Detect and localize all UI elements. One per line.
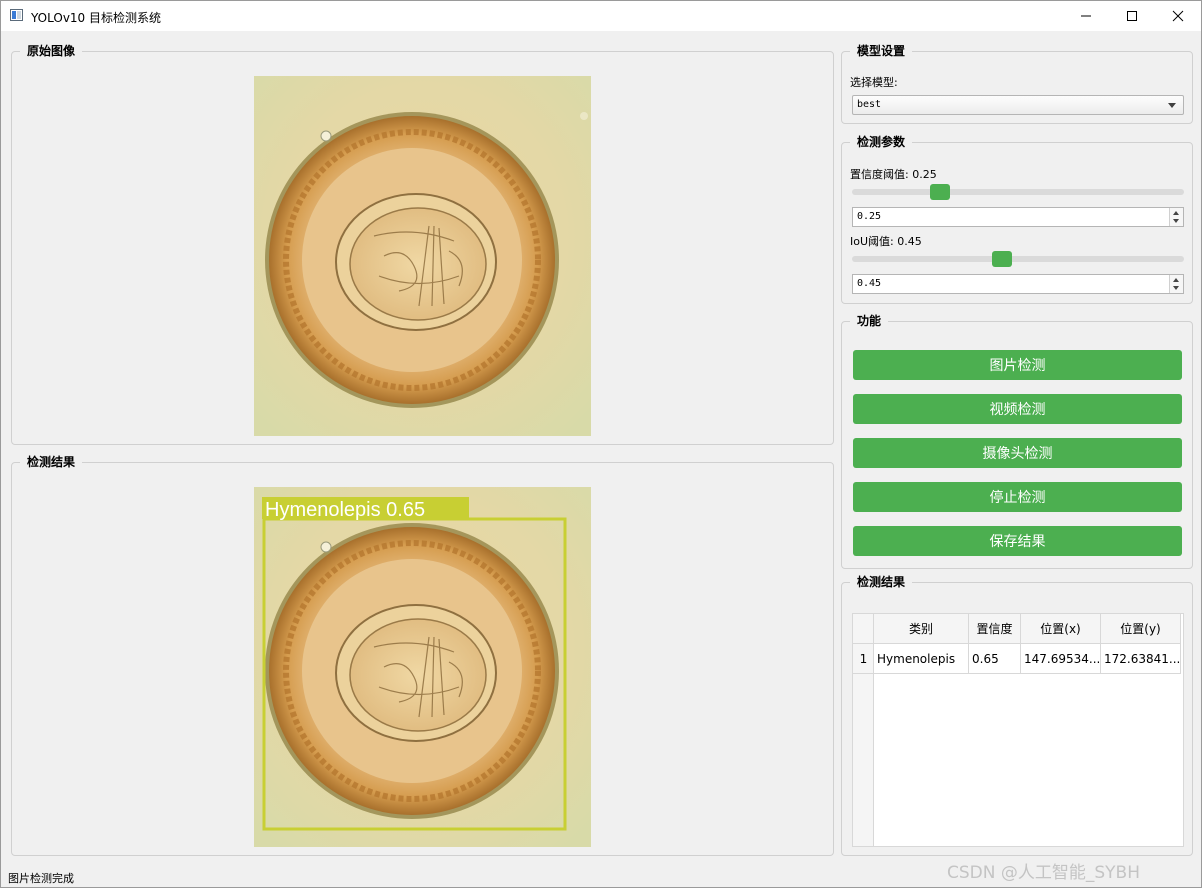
bounding-box-label: Hymenolepis 0.65: [265, 499, 425, 521]
model-select[interactable]: best: [852, 95, 1184, 115]
column-header-x[interactable]: 位置(x): [1021, 614, 1101, 644]
table-cell-confidence[interactable]: 0.65: [969, 644, 1021, 674]
minimize-button[interactable]: [1063, 1, 1109, 31]
conf-spin-arrows[interactable]: [1169, 208, 1183, 226]
maximize-icon: [1127, 11, 1137, 21]
camera-detect-button[interactable]: 摄像头检测: [853, 438, 1182, 468]
result-image-panel: 检测结果 Hymenolepis 0.65: [11, 454, 834, 856]
spin-up-icon[interactable]: [1173, 211, 1179, 215]
iou-slider-track: [852, 256, 1184, 262]
iou-threshold-label: IoU阈值: 0.45: [850, 235, 922, 248]
model-settings-panel: 模型设置 选择模型: best: [841, 43, 1193, 124]
functions-title: 功能: [850, 313, 889, 329]
column-header-confidence[interactable]: 置信度: [969, 614, 1021, 644]
results-table-title: 检测结果: [850, 574, 913, 590]
window-title: YOLOv10 目标检测系统: [31, 11, 162, 25]
column-header-y[interactable]: 位置(y): [1101, 614, 1181, 644]
functions-panel: 功能 图片检测 视频检测 摄像头检测 停止检测 保存结果: [841, 313, 1193, 569]
chevron-down-icon: [1168, 103, 1176, 108]
iou-threshold-slider[interactable]: [852, 251, 1184, 267]
close-button[interactable]: [1155, 1, 1201, 31]
watermark: CSDN @人工智能_SYBH: [947, 863, 1140, 883]
row-header-column: [853, 644, 874, 846]
status-bar-text: 图片检测完成: [8, 872, 74, 885]
table-cell-y[interactable]: 172.63841...: [1101, 644, 1181, 674]
model-select-value: best: [857, 99, 882, 110]
detect-params-panel: 检测参数 置信度阈值: 0.25 0.25 IoU阈值: 0.45 0.45: [841, 134, 1193, 304]
table-cell-class[interactable]: Hymenolepis: [874, 644, 969, 674]
result-image: Hymenolepis 0.65: [254, 487, 591, 847]
app-window: YOLOv10 目标检测系统 原始图像 检测结果 Hymenolepis 0.6…: [0, 0, 1202, 888]
spin-up-icon[interactable]: [1173, 278, 1179, 282]
model-settings-title: 模型设置: [850, 43, 913, 59]
row-number[interactable]: 1: [853, 644, 874, 674]
conf-slider-track: [852, 189, 1184, 195]
minimize-icon: [1081, 15, 1091, 17]
spin-down-icon[interactable]: [1173, 219, 1179, 223]
column-header-class[interactable]: 类别: [874, 614, 969, 644]
detect-params-title: 检测参数: [850, 134, 913, 150]
maximize-button[interactable]: [1109, 1, 1155, 31]
conf-threshold-label: 置信度阈值: 0.25: [850, 168, 937, 181]
title-bar[interactable]: YOLOv10 目标检测系统: [1, 1, 1201, 31]
original-image: [254, 76, 591, 436]
original-image-title: 原始图像: [20, 43, 83, 59]
conf-slider-handle[interactable]: [930, 184, 950, 200]
stop-detect-button[interactable]: 停止检测: [853, 482, 1182, 512]
table-cell-x[interactable]: 147.69534...: [1021, 644, 1101, 674]
conf-threshold-slider[interactable]: [852, 184, 1184, 200]
iou-slider-handle[interactable]: [992, 251, 1012, 267]
spin-down-icon[interactable]: [1173, 286, 1179, 290]
iou-threshold-spinbox[interactable]: 0.45: [852, 274, 1184, 294]
iou-spin-arrows[interactable]: [1169, 275, 1183, 293]
table-corner[interactable]: [853, 614, 874, 644]
save-results-button[interactable]: 保存结果: [853, 526, 1182, 556]
app-icon: [10, 9, 23, 21]
results-table-panel: 检测结果 类别 置信度 位置(x) 位置(y) 1 Hymenolepis 0.…: [841, 574, 1193, 856]
conf-threshold-spinbox[interactable]: 0.25: [852, 207, 1184, 227]
close-icon: [1172, 10, 1184, 22]
conf-spinbox-value: 0.25: [857, 211, 882, 222]
results-table[interactable]: 类别 置信度 位置(x) 位置(y) 1 Hymenolepis 0.65 14…: [852, 613, 1184, 847]
result-image-title: 检测结果: [20, 454, 83, 470]
original-image-panel: 原始图像: [11, 43, 834, 445]
video-detect-button[interactable]: 视频检测: [853, 394, 1182, 424]
model-select-label: 选择模型:: [850, 76, 898, 89]
image-detect-button[interactable]: 图片检测: [853, 350, 1182, 380]
iou-spinbox-value: 0.45: [857, 278, 882, 289]
